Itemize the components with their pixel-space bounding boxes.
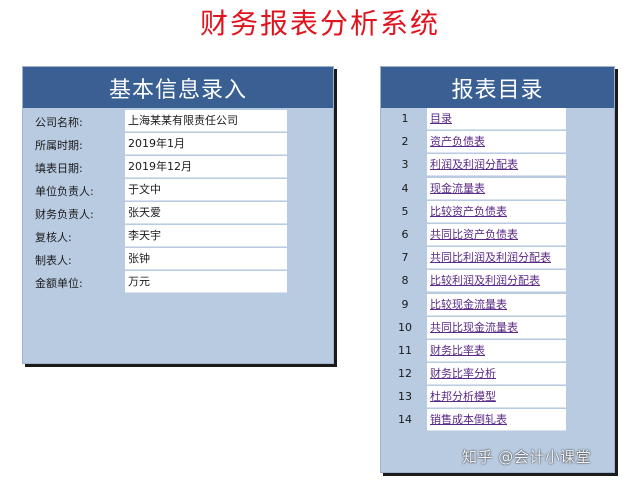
- catalog-row: 9 比较现金流量表: [381, 293, 614, 317]
- basic-info-list: 公司名称: 上海某某有限责任公司所属时期: 2019年1月填表日期: 2019年12月…: [23, 110, 333, 294]
- info-row: 公司名称: 上海某某有限责任公司: [23, 110, 333, 133]
- info-value-cell[interactable]: 上海某某有限责任公司: [125, 110, 287, 132]
- info-row: 所属时期: 2019年1月: [23, 133, 333, 156]
- report-catalog-panel: 报表目录 1 目录 2 资产负债表 3 利润及利润分配表 4 现金流量表 5 比较资产负债表 6 共同…: [380, 66, 615, 473]
- info-row: 金额单位: 万元: [23, 271, 333, 294]
- catalog-number: 5: [401, 204, 409, 218]
- info-label: 填表日期:: [35, 162, 83, 175]
- catalog-link[interactable]: 财务比率分析: [427, 363, 566, 386]
- info-value-cell[interactable]: 2019年12月: [125, 156, 287, 178]
- basic-info-panel: 基本信息录入 公司名称: 上海某某有限责任公司所属时期: 2019年1月填表日期: 2…: [22, 66, 334, 364]
- catalog-row: 3 利润及利润分配表: [381, 154, 614, 177]
- catalog-number: 13: [398, 390, 412, 404]
- info-label: 公司名称:: [35, 116, 83, 129]
- catalog-link[interactable]: 现金流量表: [427, 177, 566, 200]
- catalog-link[interactable]: 目录: [427, 108, 566, 130]
- info-label: 金额单位:: [35, 277, 83, 290]
- info-label: 单位负责人:: [35, 185, 94, 198]
- catalog-number: 8: [401, 274, 409, 288]
- info-label: 复核人:: [35, 231, 72, 244]
- catalog-number: 10: [398, 320, 412, 334]
- catalog-link[interactable]: 资产负债表: [427, 131, 566, 154]
- catalog-row: 13 杜邦分析模型: [381, 386, 614, 409]
- catalog-number: 14: [398, 413, 412, 427]
- catalog-row: 2 资产负债表: [381, 131, 614, 154]
- catalog-number: 7: [401, 251, 409, 265]
- catalog-row: 12 财务比率分析: [381, 363, 614, 386]
- info-label: 财务负责人:: [35, 208, 94, 221]
- catalog-row: 4 现金流量表: [381, 177, 614, 201]
- info-value-cell[interactable]: 万元: [125, 271, 287, 293]
- catalog-row: 7 共同比利润及利润分配表: [381, 247, 614, 270]
- info-row: 制表人: 张钟: [23, 248, 333, 271]
- catalog-link[interactable]: 共同比资产负债表: [427, 223, 566, 246]
- catalog-number: 4: [401, 181, 409, 195]
- catalog-link[interactable]: 共同比利润及利润分配表: [427, 247, 566, 270]
- catalog-number: 12: [398, 367, 412, 381]
- info-value-cell[interactable]: 于文中: [125, 179, 287, 201]
- catalog-row: 6 共同比资产负债表: [381, 223, 614, 247]
- report-catalog-list: 1 目录 2 资产负债表 3 利润及利润分配表 4 现金流量表 5 比较资产负债表 6 共同比资产负债…: [381, 108, 614, 433]
- catalog-number: 9: [401, 297, 409, 311]
- info-value-cell[interactable]: 张钟: [125, 248, 287, 270]
- basic-info-header: 基本信息录入: [23, 67, 333, 108]
- catalog-link[interactable]: 比较利润及利润分配表: [427, 270, 566, 293]
- catalog-row: 10 共同比现金流量表: [381, 316, 614, 340]
- report-catalog-header: 报表目录: [381, 67, 614, 108]
- info-row: 财务负责人: 张天爱: [23, 202, 333, 225]
- info-row: 单位负责人: 于文中: [23, 179, 333, 202]
- catalog-row: 1 目录: [381, 108, 614, 131]
- catalog-number: 6: [401, 227, 409, 241]
- info-value-cell[interactable]: 2019年1月: [125, 133, 287, 155]
- catalog-row: 8 比较利润及利润分配表: [381, 270, 614, 293]
- catalog-row: 11 财务比率表: [381, 339, 614, 363]
- info-row: 复核人: 李天宇: [23, 225, 333, 248]
- info-row: 填表日期: 2019年12月: [23, 156, 333, 179]
- watermark: 知乎 @会计小课堂: [462, 448, 592, 466]
- catalog-link[interactable]: 杜邦分析模型: [427, 386, 566, 409]
- catalog-number: 11: [398, 343, 412, 357]
- catalog-link[interactable]: 利润及利润分配表: [427, 154, 566, 177]
- catalog-link[interactable]: 比较资产负债表: [427, 200, 566, 223]
- page-title: 财务报表分析系统: [199, 7, 440, 40]
- catalog-number: 2: [401, 135, 409, 149]
- info-value-cell[interactable]: 李天宇: [125, 225, 287, 247]
- catalog-link[interactable]: 共同比现金流量表: [427, 316, 566, 339]
- catalog-row: 14 销售成本倒轧表: [381, 409, 614, 432]
- info-label: 所属时期:: [35, 139, 83, 152]
- info-value-cell[interactable]: 张天爱: [125, 202, 287, 224]
- catalog-number: 1: [401, 112, 409, 125]
- catalog-link[interactable]: 比较现金流量表: [427, 293, 566, 316]
- catalog-link[interactable]: 财务比率表: [427, 339, 566, 362]
- catalog-row: 5 比较资产负债表: [381, 200, 614, 224]
- catalog-number: 3: [401, 158, 409, 172]
- catalog-link[interactable]: 销售成本倒轧表: [427, 409, 566, 432]
- info-label: 制表人:: [35, 254, 72, 267]
